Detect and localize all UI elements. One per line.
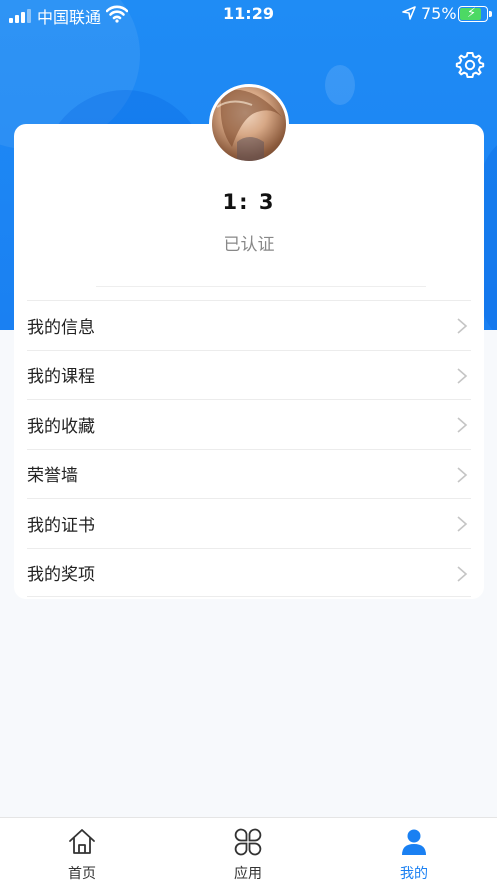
menu-item-label: 我的收藏 [27,416,95,437]
chevron-right-icon [457,367,468,384]
chevron-right-icon [457,565,468,582]
username: 1: 3 [222,190,276,214]
menu-item-my-favorites[interactable]: 我的收藏 [27,399,471,449]
tab-mine[interactable]: 我的 [354,818,474,883]
chevron-right-icon [457,516,468,532]
menu-item-label: 我的证书 [27,515,95,536]
chevron-right-icon [457,417,468,433]
tab-home[interactable]: 首页 [22,818,142,883]
battery-percentage: 75% [421,4,457,23]
apps-icon [234,828,262,856]
menu-item-label: 我的课程 [27,367,95,388]
chevron-right-icon [457,318,468,334]
menu-item-label: 荣誉墙 [27,466,78,487]
avatar[interactable] [209,84,289,164]
tab-label: 我的 [400,866,428,882]
divider [96,286,426,287]
bottom-tab-bar: 首页 应用 我的 [0,817,497,883]
menu-item-my-awards[interactable]: 我的奖项 [27,547,471,597]
decor-shape [325,65,355,105]
menu-item-my-info[interactable]: 我的信息 [27,300,471,350]
menu-item-honor-wall[interactable]: 荣誉墙 [27,448,471,499]
profile-icon [402,829,426,855]
tab-label: 首页 [68,866,96,882]
menu-item-my-courses[interactable]: 我的课程 [27,349,471,400]
avatar-photo [216,89,282,161]
menu-item-label: 我的奖项 [27,564,95,585]
tab-apps[interactable]: 应用 [188,818,308,883]
chevron-right-icon [457,466,468,483]
home-icon [69,829,95,854]
menu-item-my-certificates[interactable]: 我的证书 [27,498,471,548]
menu-item-label: 我的信息 [27,317,95,338]
battery-icon: ⚡ [458,6,492,22]
verification-status: 已认证 [223,235,275,255]
settings-gear-icon[interactable] [455,50,485,80]
tab-label: 应用 [234,866,262,882]
status-bar: 中国联通 11:29 75% ⚡ [0,0,497,30]
profile-menu: 我的信息 我的课程 我的收藏 荣誉墙 我的证书 我的奖项 [27,300,471,597]
location-arrow-icon [402,6,416,20]
